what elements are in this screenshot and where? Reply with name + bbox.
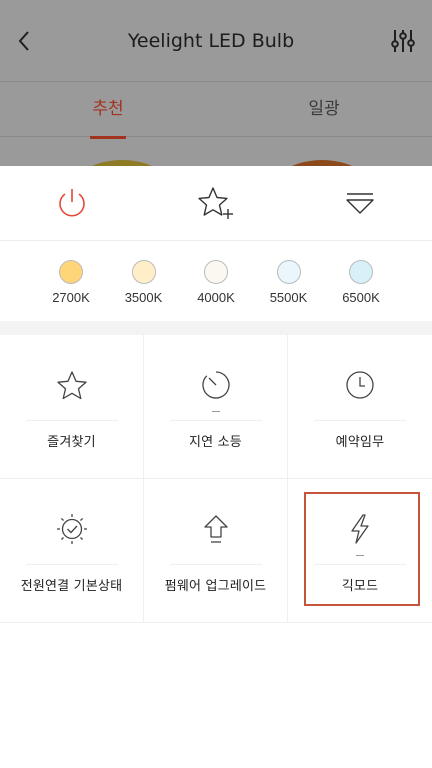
background-tabs: 추천 일광 <box>0 82 432 139</box>
icon-slot <box>344 369 376 401</box>
timer-icon <box>201 371 230 399</box>
star-icon <box>56 371 87 400</box>
cell-underline <box>25 564 118 565</box>
color-label: 5500K <box>269 290 308 305</box>
color-preset-2700k[interactable]: 2700K <box>35 260 108 305</box>
color-preset-5500k[interactable]: 5500K <box>252 260 325 305</box>
color-label: 2700K <box>52 290 90 305</box>
icon-slot <box>346 513 374 545</box>
function-label: 긱모드 <box>341 579 379 594</box>
clock-icon <box>346 371 374 399</box>
function-label: 펌웨어 업그레이드 <box>164 579 267 594</box>
control-sheet: 2700K 3500K 4000K 5500K 6500K 즐겨찾기 지연 소등… <box>0 166 432 768</box>
color-temperature-row: 2700K 3500K 4000K 5500K 6500K <box>0 241 432 321</box>
tab-daylight: 일광 <box>308 98 340 119</box>
icon-slot <box>200 513 232 545</box>
function-grid: 즐겨찾기 지연 소등 예약임무 전원연결 기본상태 펌웨어 업그레이드 긱모드 <box>0 335 432 623</box>
power-icon <box>59 189 85 217</box>
tab-recommended: 추천 <box>90 94 126 139</box>
color-swatch <box>276 260 301 284</box>
color-preset-4000k[interactable]: 4000K <box>180 260 253 305</box>
cell-underline <box>169 564 262 565</box>
lightning-icon <box>351 514 369 544</box>
color-swatch <box>131 260 156 284</box>
cell-indicator <box>356 555 364 556</box>
color-label: 6500K <box>342 290 380 305</box>
icon-slot <box>56 369 88 401</box>
collapse-button[interactable] <box>288 166 432 240</box>
sun-check-icon <box>56 514 87 544</box>
background-header: Yeelight LED Bulb <box>0 0 432 82</box>
function-schedule[interactable]: 예약임무 <box>288 335 432 479</box>
icon-slot <box>200 369 232 401</box>
section-divider <box>0 321 432 335</box>
cell-underline <box>25 420 118 421</box>
color-preset-3500k[interactable]: 3500K <box>107 260 180 305</box>
function-label: 지연 소등 <box>189 435 242 450</box>
color-swatch <box>349 260 373 284</box>
add-favorite-button[interactable] <box>144 166 288 240</box>
color-swatch <box>59 260 83 284</box>
function-power-on-default[interactable]: 전원연결 기본상태 <box>0 479 144 623</box>
cell-underline <box>169 420 262 421</box>
color-label: 4000K <box>197 290 235 305</box>
background-title: Yeelight LED Bulb <box>127 29 295 52</box>
star-plus-icon <box>198 187 233 219</box>
background-page: Yeelight LED Bulb 추천 일광 <box>0 0 432 166</box>
function-delay-off[interactable]: 지연 소등 <box>144 335 288 479</box>
function-label: 예약임무 <box>335 435 385 450</box>
cell-underline <box>314 420 406 421</box>
back-arrow-icon <box>18 30 29 51</box>
function-firmware-upgrade[interactable]: 펌웨어 업그레이드 <box>144 479 288 623</box>
function-label: 전원연결 기본상태 <box>20 579 123 594</box>
chevron-down-icon <box>346 193 374 214</box>
cell-underline <box>314 564 406 565</box>
background-cards <box>0 137 432 166</box>
function-label: 즐겨찾기 <box>47 435 96 450</box>
icon-slot <box>55 513 89 545</box>
color-swatch <box>204 260 228 284</box>
power-button[interactable] <box>0 166 144 240</box>
quick-actions-row <box>0 166 432 241</box>
cell-indicator <box>211 411 220 412</box>
color-preset-6500k[interactable]: 6500K <box>325 260 398 305</box>
upgrade-arrow-icon <box>203 515 228 543</box>
function-geek-mode[interactable]: 긱모드 <box>288 479 432 623</box>
function-favorites[interactable]: 즐겨찾기 <box>0 335 144 479</box>
color-label: 3500K <box>124 290 163 305</box>
sliders-icon <box>391 29 415 52</box>
